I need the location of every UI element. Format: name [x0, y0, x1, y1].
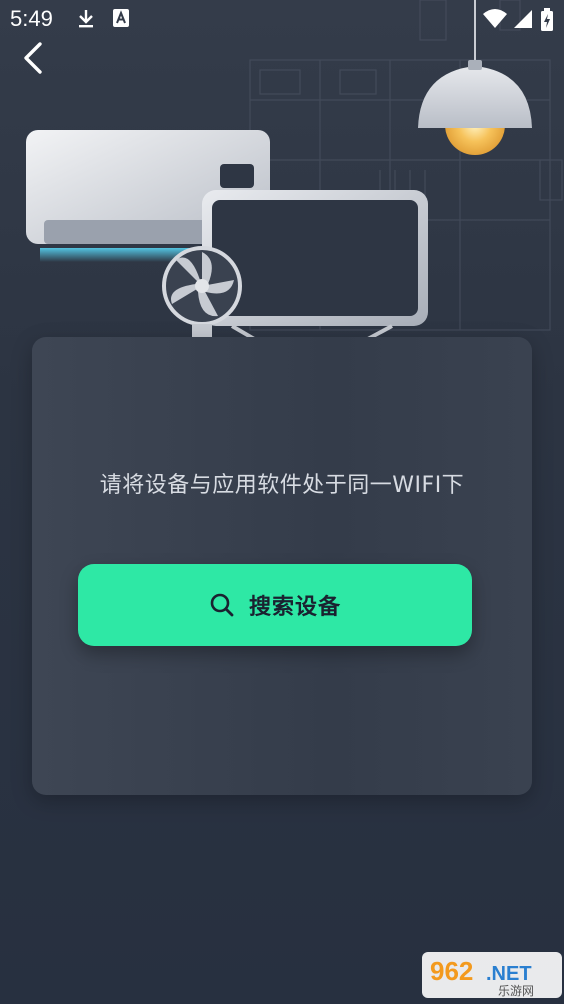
- download-icon: [79, 10, 93, 28]
- signal-icon: [514, 10, 532, 28]
- svg-text:.NET: .NET: [486, 963, 532, 985]
- watermark-logo: 962 .NET 乐游网: [422, 952, 562, 998]
- wifi-hint-card: 请将设备与应用软件处于同一WIFI下 搜索设备: [32, 337, 532, 795]
- status-time: 5:49: [10, 6, 53, 31]
- wifi-icon: [483, 9, 507, 28]
- svg-text:962: 962: [430, 956, 473, 986]
- appliances-illustration: [26, 130, 428, 340]
- search-devices-label: 搜索设备: [248, 595, 341, 620]
- svg-text:乐游网: 乐游网: [498, 984, 534, 998]
- status-bar: 5:49: [0, 0, 564, 38]
- search-icon: [210, 593, 234, 617]
- back-button[interactable]: [14, 38, 54, 78]
- search-devices-button[interactable]: 搜索设备: [78, 564, 472, 646]
- chevron-left-icon: [24, 42, 42, 74]
- battery-charging-icon: [541, 8, 553, 31]
- a11y-icon: [113, 9, 129, 27]
- wifi-hint-text: 请将设备与应用软件处于同一WIFI下: [99, 473, 465, 498]
